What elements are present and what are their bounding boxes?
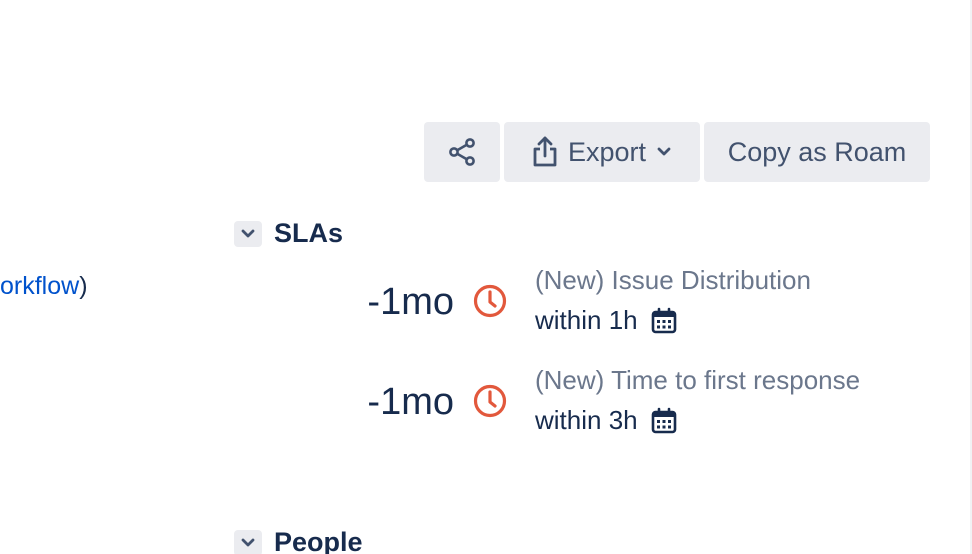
sla-name: (New) Issue Distribution — [535, 265, 811, 295]
page: Export Copy as Roam orkflow) SLAs -1mo (… — [0, 0, 972, 554]
sla-item: -1mo (New) Time to first response within… — [340, 365, 940, 463]
workflow-link[interactable]: orkflow — [0, 272, 79, 300]
sla-time-remaining: -1mo — [367, 281, 454, 323]
copy-as-roam-label: Copy as Roam — [727, 136, 907, 167]
calendar-icon[interactable] — [650, 407, 678, 435]
calendar-icon[interactable] — [650, 307, 678, 335]
clock-icon — [473, 284, 507, 318]
share-button[interactable] — [424, 122, 500, 182]
slas-section-header: SLAs — [234, 218, 343, 249]
chevron-down-icon — [241, 538, 255, 546]
sla-goal-label: within 3h — [535, 405, 638, 435]
workflow-link-suffix: ) — [79, 272, 88, 300]
slas-title: SLAs — [274, 218, 344, 248]
export-button[interactable]: Export — [504, 122, 700, 182]
sla-goal: within 3h — [535, 405, 678, 436]
sla-goal: within 1h — [535, 305, 678, 336]
sla-time-remaining: -1mo — [367, 381, 454, 423]
people-section-header: People — [234, 527, 363, 554]
share-icon — [449, 138, 475, 166]
sla-goal-label: within 1h — [535, 305, 638, 335]
sla-name: (New) Time to first response — [535, 365, 861, 395]
upload-icon — [533, 136, 557, 167]
workflow-link-line: orkflow) — [0, 272, 88, 301]
toolbar: Export Copy as Roam — [424, 122, 930, 182]
slas-collapse-toggle[interactable] — [234, 220, 262, 247]
sla-item: -1mo (New) Issue Distribution within 1h — [340, 265, 940, 363]
chevron-down-icon — [241, 229, 255, 237]
copy-as-roam-button[interactable]: Copy as Roam — [704, 122, 930, 182]
people-collapse-toggle[interactable] — [234, 529, 262, 554]
chevron-down-icon — [657, 147, 671, 156]
export-label: Export — [567, 136, 647, 167]
clock-icon — [473, 384, 507, 418]
people-title: People — [274, 527, 363, 554]
